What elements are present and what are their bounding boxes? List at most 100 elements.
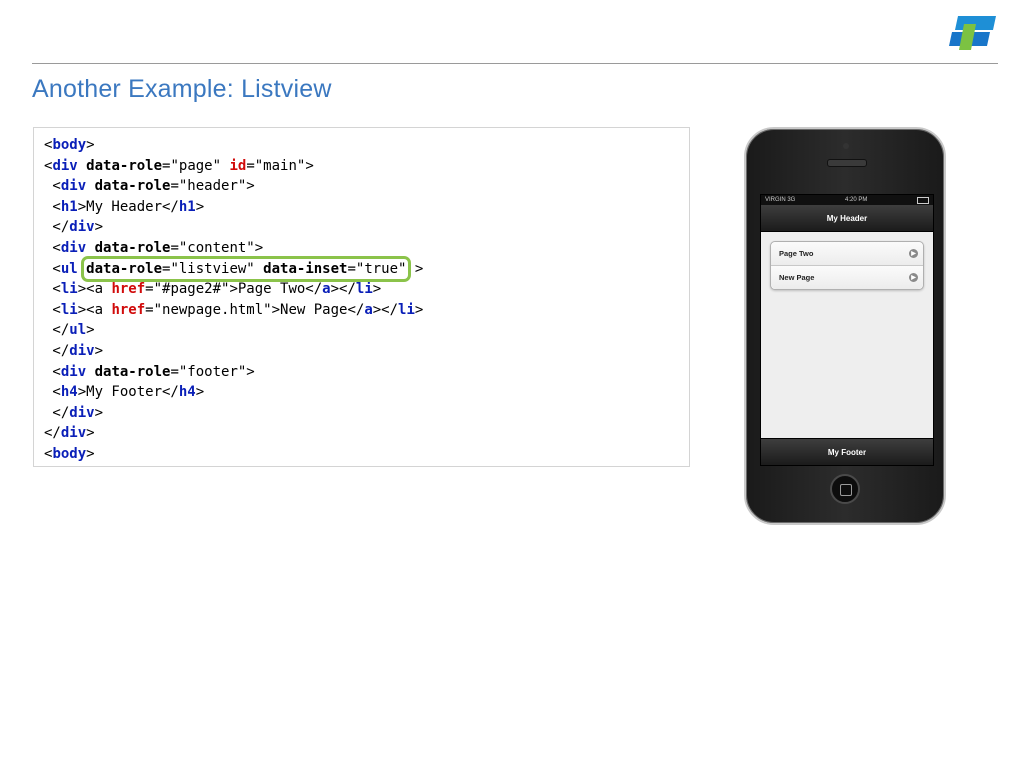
code-token: div: [69, 342, 95, 359]
code-token: id: [229, 157, 247, 174]
code-token: ="newpage.html">New Page</: [145, 301, 365, 318]
code-token: body: [52, 137, 87, 153]
code-token: >: [195, 198, 205, 215]
code-line: <div data-role="page" id="main">: [44, 156, 423, 177]
code-token: href: [111, 301, 146, 318]
app-header: My Header: [761, 205, 933, 232]
code-token: >: [195, 384, 205, 401]
code-token: >: [94, 219, 104, 236]
list-item[interactable]: Page Two ▶: [771, 242, 923, 265]
code-token: ><a: [77, 301, 112, 318]
code-token: <: [44, 198, 61, 215]
code-token: h1: [178, 198, 196, 215]
code-token: >My Footer</: [77, 384, 179, 401]
code-line: </div>: [44, 341, 423, 362]
code-line: </ul>: [44, 320, 423, 341]
phone-screen: VIRGIN 3G 4:20 PM My Header Page Two ▶ N…: [760, 194, 934, 466]
code-token: ="content">: [170, 239, 264, 256]
camera-icon: [843, 143, 849, 149]
code-token: data-role: [86, 260, 163, 277]
code-token: >: [86, 137, 95, 153]
code-line: </div>: [44, 423, 423, 444]
code-line: < li ><a href="newpage.html">New Page</a><…: [44, 300, 423, 321]
code-line: <h1>My Header</h1>: [44, 197, 423, 218]
code-token: >: [406, 260, 424, 277]
battery-icon: [916, 196, 929, 204]
highlight-box: data-role="listview" data-inset="true": [81, 255, 412, 282]
code-token: body: [52, 445, 87, 462]
code-token: >: [86, 322, 95, 339]
code-token: a: [364, 301, 373, 318]
list-item-label: New Page: [779, 273, 815, 282]
code-line: <body>: [44, 135, 423, 156]
home-button-icon[interactable]: [830, 474, 860, 504]
code-token: <: [44, 281, 61, 298]
code-listing: <body> <div data-role="page" id="main"> <…: [44, 135, 423, 465]
list-item[interactable]: New Page ▶: [771, 265, 923, 289]
code-token: div: [60, 178, 87, 195]
code-token: li: [398, 301, 415, 318]
inset-listview: Page Two ▶ New Page ▶: [770, 241, 924, 290]
code-token: data-inset: [263, 260, 348, 277]
code-token: ><a: [77, 281, 112, 298]
carrier-label: VIRGIN 3G: [765, 197, 796, 203]
code-token: data-role: [94, 239, 171, 256]
code-token: </: [44, 404, 70, 421]
code-token: ="true": [347, 260, 407, 277]
app-footer: My Footer: [761, 438, 933, 465]
code-line: </div>: [44, 403, 423, 424]
chevron-right-icon: ▶: [909, 273, 918, 282]
code-token: ="#page2#">Page Two</: [145, 281, 323, 298]
code-token: >: [414, 301, 424, 318]
code-line: </div>: [44, 217, 423, 238]
list-item-label: Page Two: [779, 249, 814, 258]
code-line: <div data-role="footer">: [44, 362, 423, 383]
code-token: >: [372, 281, 382, 298]
code-token: <: [44, 178, 61, 195]
code-token: a: [322, 281, 331, 298]
code-token: li: [60, 281, 78, 298]
code-token: <: [44, 301, 61, 318]
code-token: <: [44, 239, 61, 256]
speaker-icon: [827, 159, 867, 167]
status-bar: VIRGIN 3G 4:20 PM: [761, 195, 933, 205]
code-token: >: [94, 404, 104, 421]
code-token: href: [111, 281, 146, 298]
code-block: <body> <div data-role="page" id="main"> <…: [33, 127, 690, 467]
header-rule: [32, 63, 998, 64]
phone-mockup: VIRGIN 3G 4:20 PM My Header Page Two ▶ N…: [744, 127, 946, 525]
slide-title: Another Example: Listview: [32, 75, 332, 103]
code-token: data-role: [94, 363, 171, 380]
code-token: h1: [60, 198, 78, 215]
code-token: ></: [372, 301, 399, 318]
code-token: ></: [330, 281, 356, 298]
code-token: ul: [60, 260, 78, 277]
code-token: </: [44, 322, 70, 339]
time-label: 4:20 PM: [844, 197, 868, 203]
chevron-right-icon: ▶: [909, 249, 918, 258]
code-token: ="page": [162, 157, 230, 174]
code-token: </: [44, 219, 70, 236]
code-line: <li><a href="#page2#">Page Two</a></li>: [44, 279, 423, 300]
code-line: <ul data-role="listview" data-inset="tru…: [44, 255, 424, 282]
code-token: <: [44, 260, 61, 277]
code-token: ="header">: [170, 178, 255, 195]
code-token: h4: [178, 384, 196, 401]
code-token: >: [86, 445, 95, 462]
code-token: >: [94, 342, 104, 359]
code-line: <body>: [44, 444, 423, 465]
code-token: div: [69, 219, 95, 236]
code-token: li: [355, 281, 373, 298]
code-token: ="listview": [162, 260, 264, 277]
code-token: data-role: [86, 157, 163, 174]
code-token: <: [44, 363, 61, 380]
code-line: <div data-role="content">: [44, 238, 423, 259]
code-token: h4: [60, 384, 78, 401]
code-token: div: [52, 157, 78, 174]
code-token: data-role: [94, 178, 171, 195]
